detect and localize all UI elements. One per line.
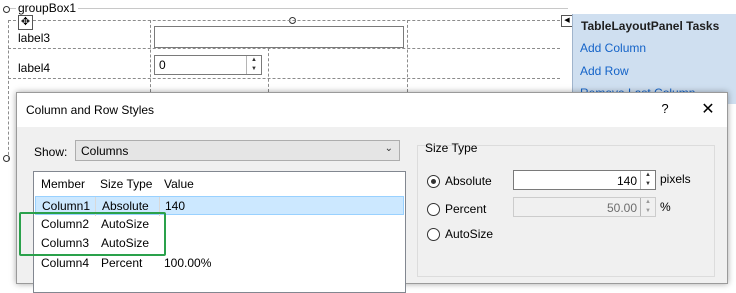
column-header-size-type[interactable]: Size Type <box>100 177 152 191</box>
table-grid-line <box>8 20 9 160</box>
show-dropdown[interactable]: Columns ⌄ <box>75 140 400 161</box>
table-grid-line <box>8 48 560 49</box>
table-grid-line <box>268 48 269 92</box>
close-button[interactable]: ✕ <box>698 99 718 119</box>
member-cell: Column4 <box>41 256 90 270</box>
column-header-member[interactable]: Member <box>41 177 85 191</box>
autosize-rows-highlight <box>19 212 166 256</box>
move-icon[interactable]: ✥ <box>18 15 33 30</box>
autosize-radio[interactable] <box>427 228 440 241</box>
show-label: Show: <box>34 145 68 159</box>
table-grid-line <box>8 78 560 79</box>
numeric-value: 0 <box>159 58 166 72</box>
dialog-titlebar[interactable]: Column and Row Styles ? ✕ <box>17 93 727 127</box>
pixels-unit-label: pixels <box>660 172 691 186</box>
table-grid-line <box>8 20 560 21</box>
groupbox-border <box>8 8 568 11</box>
label4[interactable]: label4 <box>18 61 50 75</box>
chevron-down-icon: ⌄ <box>384 143 393 154</box>
add-row-link[interactable]: Add Row <box>580 64 629 78</box>
percent-value-input[interactable]: 50.00 ▲ ▼ <box>513 197 656 217</box>
spin-buttons[interactable]: ▲ ▼ <box>246 56 261 74</box>
show-dropdown-value: Columns <box>81 144 129 158</box>
help-button[interactable]: ? <box>655 101 675 116</box>
percent-label[interactable]: Percent <box>445 202 486 216</box>
absolute-value-input[interactable]: 140 ▲ ▼ <box>513 170 656 190</box>
spin-up-icon[interactable]: ▲ <box>247 56 261 65</box>
resize-handle[interactable] <box>3 6 10 13</box>
absolute-value: 140 <box>616 174 637 188</box>
table-grid-line <box>150 20 151 92</box>
groupbox-title: groupBox1 <box>16 1 79 15</box>
member-cell: Column1 <box>42 199 91 213</box>
value-cell: 100.00% <box>164 256 212 270</box>
autosize-label[interactable]: AutoSize <box>445 227 493 241</box>
absolute-radio[interactable] <box>427 175 440 188</box>
tasks-panel: TableLayoutPanel Tasks Add Column Add Ro… <box>572 14 736 104</box>
value-cell: 140 <box>165 199 186 213</box>
percent-value: 50.00 <box>606 201 637 215</box>
textbox[interactable] <box>154 26 404 48</box>
table-grid-line <box>407 20 408 92</box>
label3[interactable]: label3 <box>18 31 50 45</box>
dialog-title: Column and Row Styles <box>26 103 155 117</box>
spin-up-icon[interactable]: ▲ <box>641 171 655 180</box>
size-type-cell: Absolute <box>102 199 149 213</box>
column-header-value[interactable]: Value <box>164 177 194 191</box>
spin-buttons[interactable]: ▲ ▼ <box>640 171 655 189</box>
spin-down-icon[interactable]: ▼ <box>641 207 655 216</box>
numeric-updown[interactable]: 0 ▲ ▼ <box>154 55 262 75</box>
add-column-link[interactable]: Add Column <box>580 41 646 55</box>
tasks-panel-title: TableLayoutPanel Tasks <box>581 19 720 33</box>
absolute-label[interactable]: Absolute <box>445 174 492 188</box>
spin-up-icon[interactable]: ▲ <box>641 198 655 207</box>
size-type-cell: Percent <box>101 256 143 270</box>
spin-down-icon[interactable]: ▼ <box>247 65 261 74</box>
size-type-title: Size Type <box>425 141 478 155</box>
spin-down-icon[interactable]: ▼ <box>641 180 655 189</box>
list-item[interactable]: Column4 Percent 100.00% <box>35 254 404 273</box>
percent-radio[interactable] <box>427 203 440 216</box>
spin-buttons[interactable]: ▲ ▼ <box>640 198 655 216</box>
percent-unit-label: % <box>660 200 671 214</box>
